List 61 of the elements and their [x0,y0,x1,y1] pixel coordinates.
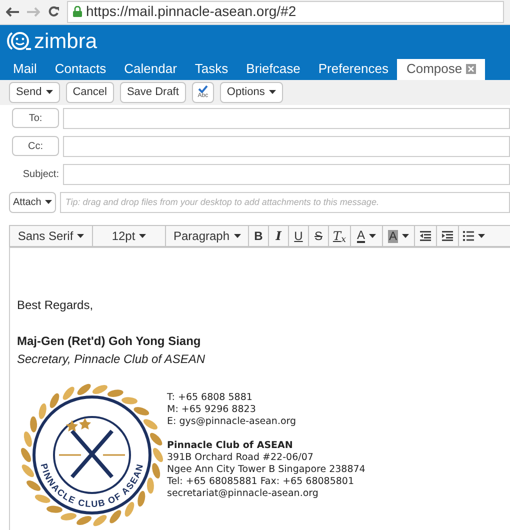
toolbar-button[interactable]: Cancel [66,82,114,103]
app-logo-text: zimbra [34,30,98,52]
sender-title: Secretary, Pinnacle Club of ASEAN [17,351,206,368]
address-field[interactable] [63,108,510,128]
attach-button[interactable]: Attach [9,192,56,212]
highlight-button[interactable]: A [383,226,415,246]
dropdown-button[interactable]: Options [220,82,283,103]
italic-button[interactable]: I [269,226,289,246]
nav-tab[interactable]: Calendar [115,58,186,80]
smiley-logo-icon [6,30,32,52]
back-arrow-icon[interactable] [6,6,19,17]
caret-icon [369,234,376,238]
indent-icon [442,231,453,241]
caret-icon [139,234,146,238]
nav-tab[interactable]: Briefcase [237,58,310,80]
address-line: 391B Orchard Road #22-06/07 [167,452,314,464]
caret-icon [402,234,409,238]
reload-icon[interactable] [48,6,59,18]
underline-button[interactable]: U [289,226,309,246]
close-icon[interactable] [466,64,476,74]
address-line: secretariat@pinnacle-asean.org [167,488,320,500]
organization-name: Pinnacle Club of ASEAN [167,440,294,452]
greeting-text: Best Regards, [17,297,94,314]
recipient-button[interactable]: Cc: [12,136,59,156]
sender-name: Maj-Gen (Ret'd) Goh Yong Siang [17,333,202,350]
clear-format-button[interactable]: T$_{x}$ [329,226,351,246]
lock-icon [73,6,82,18]
url-text: https://mail.pinnacle-asean.org/#2 [86,2,296,22]
bold-button[interactable]: B [249,226,269,246]
caret-icon [268,90,276,94]
attachment-drop-field[interactable]: Tip: drag and drop files from your desktop to add attachments to this message. [60,192,510,212]
dropdown-button[interactable]: Send [9,82,60,103]
address-field[interactable] [63,164,510,184]
nav-tab[interactable]: Preferences [309,58,398,80]
outdent-icon [420,231,431,241]
contact-line: E: gys@pinnacle-asean.org [167,416,298,428]
caret-icon [478,234,485,238]
caret-icon [45,200,52,204]
contact-line: T: +65 6808 5881 [167,392,254,404]
format-select[interactable]: Sans Serif [10,226,93,246]
caret-icon [77,234,84,238]
strikethrough-button[interactable]: S [309,226,329,246]
recipient-button[interactable]: To: [12,108,59,128]
address-bar[interactable]: https://mail.pinnacle-asean.org/#2 [67,0,504,23]
contact-line: M: +65 9296 8823 [167,404,257,416]
format-select[interactable]: Paragraph [166,226,249,246]
nav-tab[interactable]: Tasks [186,58,238,80]
address-line: Ngee Ann City Tower B Singapore 238874 [167,464,366,476]
address-field[interactable] [63,136,510,156]
address-line: Tel: +65 68085881 Fax: +65 68085801 [167,476,356,488]
nav-tab[interactable]: Compose [397,58,486,80]
font-color-button[interactable]: A [351,226,383,246]
checkmark-icon [198,85,208,94]
nav-tab[interactable]: Contacts [46,58,116,80]
nav-tab[interactable]: Mail [4,58,46,80]
caret-icon [46,90,53,94]
field-label: Subject: [22,168,59,182]
caret-icon [234,234,241,238]
toolbar-button[interactable]: Save Draft [120,82,186,103]
format-select[interactable]: 12pt [93,226,166,246]
bullet-list-icon [463,231,474,241]
